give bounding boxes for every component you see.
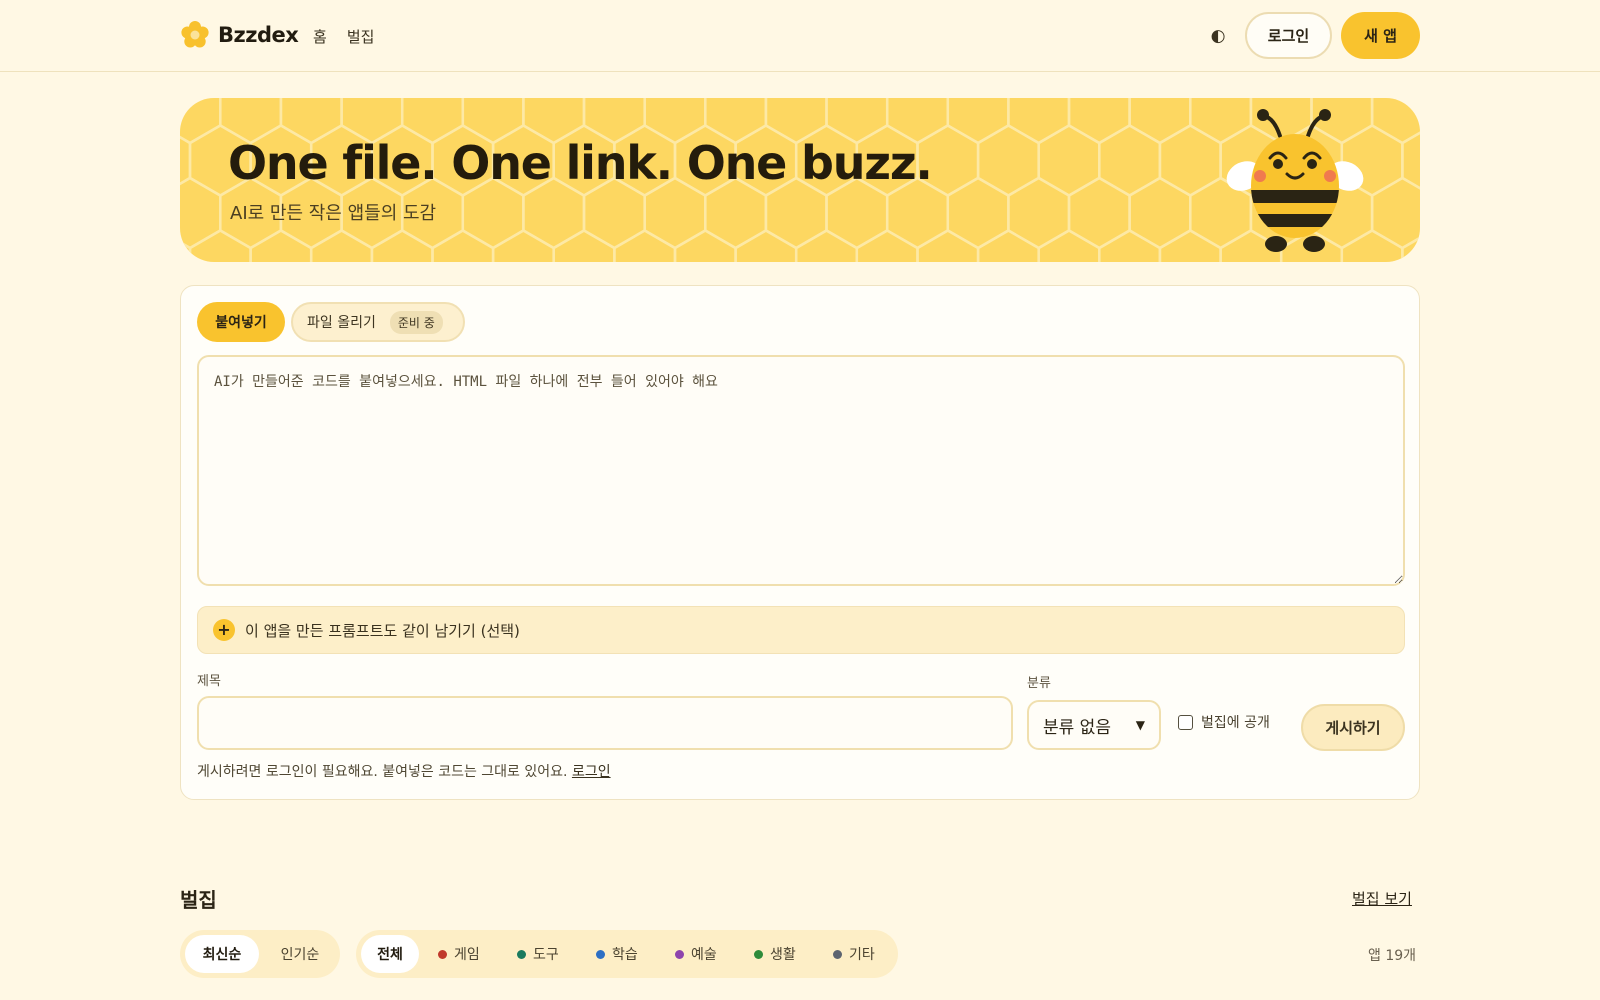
code-textarea[interactable] — [197, 355, 1405, 586]
new-app-button[interactable]: 새 앱 — [1341, 12, 1420, 59]
theme-toggle-icon[interactable]: ◐ — [1206, 24, 1230, 48]
filter-learn[interactable]: 학습 — [596, 935, 638, 973]
category-select[interactable]: 분류 없음 ▼ — [1027, 700, 1161, 750]
hero-title: One file. One link. One buzz. — [228, 136, 933, 190]
category-label: 분류 — [1027, 676, 1051, 691]
title-label: 제목 — [197, 674, 221, 689]
filter-label: 전체 — [377, 947, 403, 963]
app-count: 앱 19개 — [1368, 948, 1417, 964]
category-dot-icon — [754, 949, 763, 959]
public-checkbox-label: 벌집에 공개 — [1201, 715, 1270, 731]
tab-paste[interactable]: 붙여넣기 — [197, 302, 285, 342]
filter-art[interactable]: 예술 — [675, 935, 717, 973]
plus-icon: + — [213, 619, 235, 641]
filter-life[interactable]: 생활 — [754, 935, 796, 973]
category-filter: 전체 게임 도구 학습 예술 생활 기타 — [356, 930, 898, 978]
filter-label: 도구 — [533, 947, 559, 963]
filter-etc[interactable]: 기타 — [833, 935, 875, 973]
nav-home[interactable]: 홈 — [313, 26, 327, 47]
tab-file-upload[interactable]: 파일 올리기 준비 중 — [291, 302, 465, 342]
filter-game[interactable]: 게임 — [438, 935, 480, 973]
category-selected-value: 분류 없음 — [1043, 717, 1111, 738]
bee-mascot-icon — [1226, 109, 1364, 252]
prompt-toggle[interactable]: + 이 앱을 만든 프롬프트도 같이 남기기 (선택) — [197, 606, 1405, 654]
category-dot-icon — [438, 949, 447, 959]
sort-toggle: 최신순 인기순 — [180, 930, 340, 978]
filter-label: 예술 — [691, 947, 717, 963]
public-checkbox[interactable] — [1178, 714, 1193, 730]
filter-all[interactable]: 전체 — [361, 935, 419, 973]
title-input[interactable] — [197, 696, 1013, 750]
main-nav: 홈 벌집 — [313, 26, 374, 47]
chevron-down-icon: ▼ — [1135, 718, 1145, 732]
filter-label: 기타 — [849, 947, 875, 963]
composer-card: 붙여넣기 파일 올리기 준비 중 + 이 앱을 만든 프롬프트도 같이 남기기 … — [180, 285, 1420, 800]
filter-label: 생활 — [770, 947, 796, 963]
login-note: 게시하려면 로그인이 필요해요. 붙여넣은 코드는 그대로 있어요. 로그인 — [197, 761, 611, 781]
sort-latest[interactable]: 최신순 — [185, 935, 259, 973]
login-note-text: 게시하려면 로그인이 필요해요. 붙여넣은 코드는 그대로 있어요. — [197, 764, 568, 780]
nav-hive[interactable]: 벌집 — [347, 26, 375, 47]
category-dot-icon — [675, 949, 684, 959]
category-dot-icon — [833, 949, 842, 959]
view-hive-link[interactable]: 벌집 보기 — [1352, 888, 1412, 909]
brand-name: Bzzdex — [218, 23, 299, 47]
hero-subtitle: AI로 만든 작은 앱들의 도감 — [230, 203, 437, 224]
flower-logo-icon — [181, 21, 209, 48]
top-bar: Bzzdex 홈 벌집 ◐ 로그인 새 앱 — [0, 0, 1600, 72]
coming-soon-badge: 준비 중 — [389, 310, 443, 334]
prompt-toggle-label: 이 앱을 만든 프롬프트도 같이 남기기 (선택) — [245, 621, 520, 640]
login-link[interactable]: 로그인 — [572, 764, 611, 780]
public-checkbox-row[interactable]: 벌집에 공개 — [1178, 712, 1270, 732]
brand-logo[interactable]: Bzzdex — [180, 20, 299, 50]
category-dot-icon — [596, 949, 605, 959]
tab-paste-label: 붙여넣기 — [215, 315, 267, 331]
hero-banner: One file. One link. One buzz. AI로 만든 작은 … — [180, 98, 1420, 262]
filter-label: 학습 — [612, 947, 638, 963]
post-button[interactable]: 게시하기 — [1301, 704, 1405, 751]
login-button[interactable]: 로그인 — [1245, 12, 1332, 59]
filter-label: 게임 — [454, 947, 480, 963]
category-dot-icon — [517, 949, 526, 959]
tab-file-label: 파일 올리기 — [307, 315, 376, 331]
filter-tool[interactable]: 도구 — [517, 935, 559, 973]
gallery-title: 벌집 — [180, 888, 217, 912]
sort-popular[interactable]: 인기순 — [264, 935, 336, 973]
